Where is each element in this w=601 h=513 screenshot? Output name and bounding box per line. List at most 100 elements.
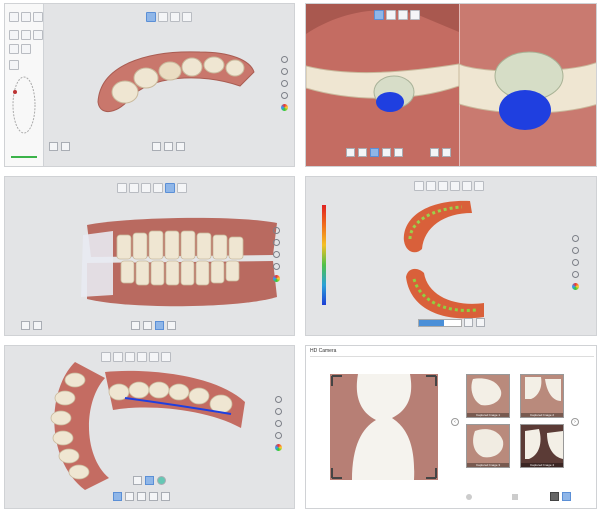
zoom-in-icon[interactable] [275, 420, 282, 427]
lower-jaw-button[interactable] [113, 352, 123, 362]
occlusion-button[interactable] [462, 181, 472, 191]
grid-view-button[interactable] [562, 492, 571, 501]
threshold-slider[interactable] [418, 319, 462, 327]
select-button[interactable] [358, 148, 367, 157]
upper-jaw-button[interactable] [146, 12, 156, 22]
upper-jaw-button[interactable] [374, 10, 384, 20]
arrow-left-icon[interactable]: ‹ [451, 418, 459, 426]
upper-jaw-button[interactable] [117, 183, 127, 193]
rotate-icon[interactable] [275, 408, 282, 415]
delete-button[interactable] [177, 183, 187, 193]
bottom-toolbar [464, 318, 485, 327]
redo-button[interactable] [442, 148, 451, 157]
doc-button[interactable] [143, 321, 152, 330]
fit-screen-icon[interactable] [275, 396, 282, 403]
draw-button[interactable] [382, 148, 391, 157]
map-button[interactable] [476, 318, 485, 327]
select-button[interactable] [125, 492, 134, 501]
color-map-icon[interactable] [572, 283, 579, 290]
trash-icon[interactable] [512, 494, 518, 500]
bite-button[interactable] [153, 183, 163, 193]
view-mode-toggle [550, 492, 571, 501]
thumbnail-3[interactable]: Captured Image 3 [466, 424, 510, 468]
lower-jaw-button[interactable] [386, 10, 396, 20]
undo-button[interactable] [49, 142, 58, 151]
scan-tool-button[interactable] [9, 12, 19, 22]
bite-button[interactable] [450, 181, 460, 191]
rotate-icon[interactable] [273, 239, 280, 246]
fill-button[interactable] [161, 492, 170, 501]
color-map-icon[interactable] [275, 444, 282, 451]
fit-screen-icon[interactable] [281, 56, 288, 63]
margin-closeup-left [306, 4, 459, 166]
zoom-out-icon[interactable] [273, 263, 280, 270]
delete-button[interactable] [161, 352, 171, 362]
search-button[interactable] [164, 142, 173, 151]
lower-jaw-button[interactable] [158, 12, 168, 22]
thumbnail-2[interactable]: Captured Image 2 [520, 374, 564, 418]
edit-tool-button[interactable] [21, 12, 31, 22]
zoom-in-icon[interactable] [572, 259, 579, 266]
reset-tool-button[interactable] [9, 60, 19, 70]
tooth-chart-icon[interactable] [9, 72, 39, 138]
bite-button[interactable] [398, 10, 408, 20]
pen-button[interactable] [113, 492, 122, 501]
trash-button[interactable] [176, 142, 185, 151]
margin-color-button[interactable] [157, 476, 166, 485]
pen-button[interactable] [346, 148, 355, 157]
zoom-in-icon[interactable] [273, 251, 280, 258]
margin-edit-button[interactable] [133, 476, 142, 485]
occlusion-button[interactable] [165, 183, 175, 193]
redo-button[interactable] [61, 142, 70, 151]
bottom-left-toolbar [49, 142, 70, 151]
redo-button[interactable] [33, 321, 42, 330]
play-button[interactable] [131, 321, 140, 330]
align-button[interactable] [155, 321, 164, 330]
fit-screen-icon[interactable] [273, 227, 280, 234]
upper-jaw-button[interactable] [101, 352, 111, 362]
draw-button[interactable] [149, 492, 158, 501]
zoom-out-icon[interactable] [281, 92, 288, 99]
upper-jaw-button[interactable] [414, 181, 424, 191]
undo-tool-button[interactable] [9, 44, 19, 54]
delete-button[interactable] [474, 181, 484, 191]
undo-button[interactable] [21, 321, 30, 330]
single-view-button[interactable] [550, 492, 559, 501]
delete-button[interactable] [410, 10, 420, 20]
select-tool-button[interactable] [21, 30, 31, 40]
color-map-icon[interactable] [273, 275, 280, 282]
margin-button[interactable] [370, 148, 379, 157]
trim-tool-button[interactable] [33, 12, 43, 22]
rotate-icon[interactable] [281, 68, 288, 75]
bite-button[interactable] [137, 352, 147, 362]
margin-select-button[interactable] [145, 476, 154, 485]
rotate-icon[interactable] [572, 247, 579, 254]
delete-button[interactable] [182, 12, 192, 22]
scan-button[interactable] [125, 352, 135, 362]
thumbnail-4[interactable]: Captured Image 4 [520, 424, 564, 468]
scan-button[interactable] [438, 181, 448, 191]
arch-button[interactable] [167, 321, 176, 330]
scan-button[interactable] [141, 183, 151, 193]
zoom-out-icon[interactable] [275, 432, 282, 439]
undo-button[interactable] [430, 148, 439, 157]
view-button[interactable] [464, 318, 473, 327]
play-button[interactable] [152, 142, 161, 151]
occlusion-button[interactable] [149, 352, 159, 362]
erase-tool-button[interactable] [33, 30, 43, 40]
fill-button[interactable] [394, 148, 403, 157]
lasso-button[interactable] [137, 492, 146, 501]
lower-jaw-button[interactable] [426, 181, 436, 191]
share-icon[interactable] [466, 494, 472, 500]
fit-screen-icon[interactable] [572, 235, 579, 242]
lower-jaw-button[interactable] [129, 183, 139, 193]
mark-tool-button[interactable] [21, 44, 31, 54]
bite-button[interactable] [170, 12, 180, 22]
color-map-icon[interactable] [281, 104, 288, 111]
zoom-out-icon[interactable] [572, 271, 579, 278]
arrow-right-icon[interactable]: › [571, 418, 579, 426]
zoom-in-icon[interactable] [281, 80, 288, 87]
thumbnail-1[interactable]: Captured Image 1 [466, 374, 510, 418]
view-toolbar [374, 10, 420, 20]
lock-tool-button[interactable] [9, 30, 19, 40]
